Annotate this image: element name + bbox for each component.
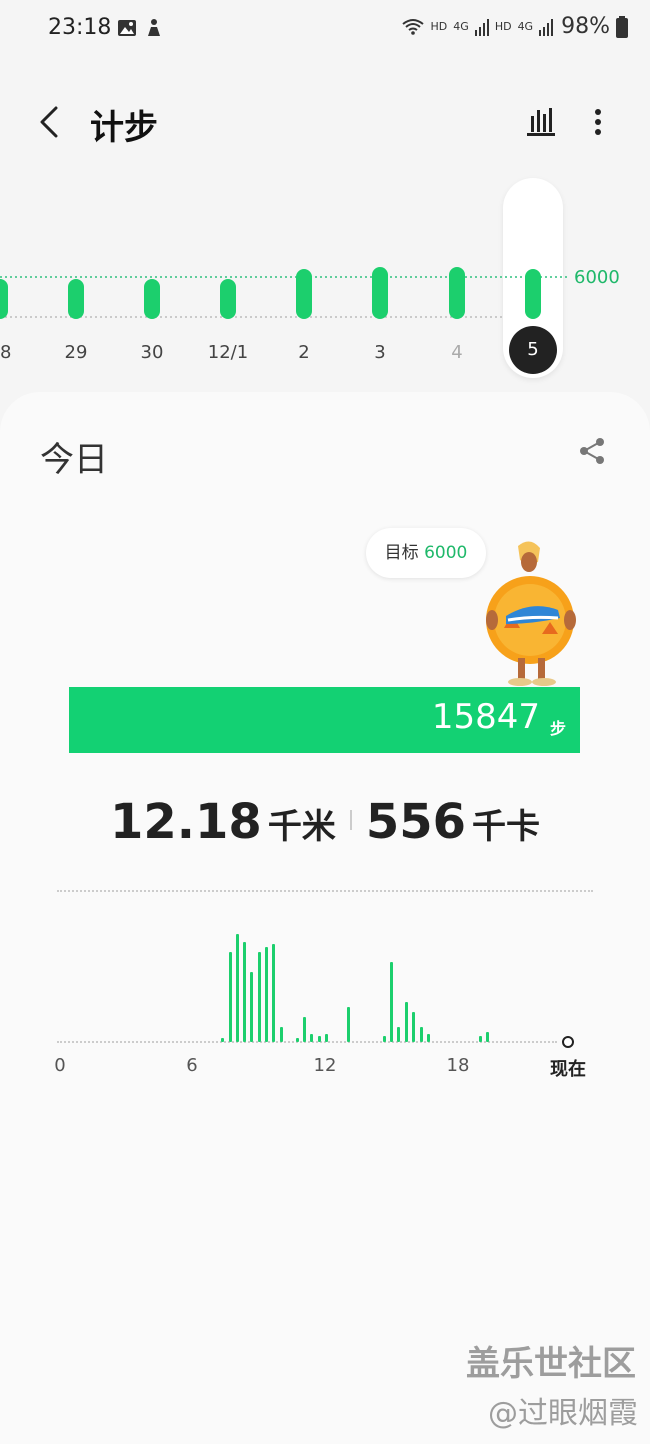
hour-label-12: 12 xyxy=(313,1055,337,1076)
hourly-bar xyxy=(236,934,239,1042)
hourly-bar xyxy=(250,972,253,1042)
hourly-bar xyxy=(420,1027,423,1042)
hourly-baseline xyxy=(57,1041,557,1043)
hourly-bar xyxy=(347,1007,350,1042)
distance-calorie-summary: 12.18 千米 556 千卡 xyxy=(0,794,650,864)
watermark-community: 盖乐世社区 xyxy=(466,1344,636,1384)
hourly-bar xyxy=(318,1036,321,1042)
status-time: 23:18 xyxy=(48,15,112,40)
now-marker xyxy=(562,1036,574,1048)
weekly-day-label: 2 xyxy=(298,342,310,363)
weekly-bar[interactable] xyxy=(220,279,236,319)
wifi-icon xyxy=(401,18,424,35)
calories-unit: 千卡 xyxy=(472,807,541,847)
weekly-bar[interactable] xyxy=(525,269,541,319)
weekly-day-label: 30 xyxy=(140,342,164,363)
weekly-day-label: 28 xyxy=(0,342,12,363)
hourly-bar xyxy=(405,1002,408,1042)
calories-value: 556 xyxy=(365,794,467,850)
weekly-day-label: 3 xyxy=(374,342,386,363)
step-unit: 步 xyxy=(549,719,566,738)
selected-day-badge[interactable]: 5 xyxy=(509,326,557,374)
bar-chart-icon xyxy=(527,108,555,136)
distance-value: 12.18 xyxy=(109,794,262,850)
status-bar: 23:18 HD 4G HD 4G 98% xyxy=(0,0,650,58)
weekly-bar[interactable] xyxy=(0,279,8,319)
weekly-goal-label: 6000 xyxy=(574,267,620,288)
share-icon xyxy=(580,438,604,464)
today-card: 今日 目标 6000 15847 步 12.18 千米 556 千卡 0 6 1… xyxy=(0,392,650,1444)
weekly-steps-chart[interactable]: 6000 5 28 29 30 12/1 2 3 4 xyxy=(0,170,650,390)
hourly-bar xyxy=(412,1012,415,1042)
hourly-bar xyxy=(265,947,268,1042)
watermark-author: @过眼烟霞 xyxy=(488,1396,638,1431)
hourly-bar xyxy=(486,1032,489,1042)
signal-icon xyxy=(539,18,554,36)
page-title: 计步 xyxy=(90,108,158,148)
step-count: 15847 xyxy=(431,697,540,737)
hourly-bar xyxy=(325,1034,328,1042)
weekly-bar[interactable] xyxy=(68,279,84,319)
today-title: 今日 xyxy=(40,440,108,480)
gallery-icon xyxy=(118,20,136,36)
weekly-day-label: 4 xyxy=(451,342,463,363)
hourly-bar xyxy=(258,952,261,1042)
chevron-left-icon xyxy=(40,106,58,138)
more-vertical-icon xyxy=(595,109,601,135)
hourly-bar xyxy=(272,944,275,1042)
hour-label-18: 18 xyxy=(446,1055,470,1076)
hourly-bar xyxy=(397,1027,400,1042)
hour-label-0: 0 xyxy=(54,1055,66,1076)
hourly-bar xyxy=(296,1038,299,1042)
battery-icon xyxy=(616,15,628,38)
weekly-bar[interactable] xyxy=(372,267,388,319)
activity-icon xyxy=(148,19,160,36)
weekly-bar[interactable] xyxy=(144,279,160,319)
goal-value: 6000 xyxy=(424,543,468,563)
weekly-bar[interactable] xyxy=(296,269,312,319)
daily-progress-bar: 15847 步 xyxy=(69,687,580,753)
hourly-bar xyxy=(390,962,393,1042)
hourly-bar xyxy=(310,1034,313,1042)
sim2-4g-label: 4G xyxy=(517,20,534,33)
hourly-bar xyxy=(383,1036,386,1042)
hourly-bar xyxy=(221,1038,224,1042)
share-button[interactable] xyxy=(578,436,606,466)
hourly-bar xyxy=(479,1036,482,1042)
goal-bubble: 目标 6000 xyxy=(366,528,486,578)
hour-label-6: 6 xyxy=(186,1055,198,1076)
sim1-hd-label: HD xyxy=(430,20,448,33)
more-options-button[interactable] xyxy=(578,102,618,142)
step-mascot-illustration xyxy=(486,541,576,686)
battery-percent: 98% xyxy=(561,14,610,39)
app-header: 计步 xyxy=(0,88,650,158)
signal-icon xyxy=(474,18,489,36)
back-button[interactable] xyxy=(30,100,70,144)
hourly-bar xyxy=(280,1027,283,1042)
stats-divider xyxy=(349,810,352,830)
hourly-bar xyxy=(427,1034,430,1042)
hourly-bar xyxy=(243,942,246,1042)
hourly-steps-chart[interactable]: 0 6 12 18 现在 xyxy=(0,912,650,1080)
goal-prefix: 目标 xyxy=(384,543,419,563)
trends-button[interactable] xyxy=(522,102,562,142)
weekly-bar[interactable] xyxy=(449,267,465,319)
hourly-bar xyxy=(303,1017,306,1042)
now-label: 现在 xyxy=(550,1059,586,1080)
weekly-day-label: 12/1 xyxy=(207,342,249,363)
status-right-cluster: HD 4G HD 4G 98% xyxy=(401,14,628,39)
sim2-hd-label: HD xyxy=(494,20,512,33)
hourly-bar xyxy=(229,952,232,1042)
section-divider xyxy=(57,890,593,892)
distance-unit: 千米 xyxy=(267,807,336,847)
weekly-day-label: 29 xyxy=(64,342,88,363)
sim1-4g-label: 4G xyxy=(453,20,469,33)
